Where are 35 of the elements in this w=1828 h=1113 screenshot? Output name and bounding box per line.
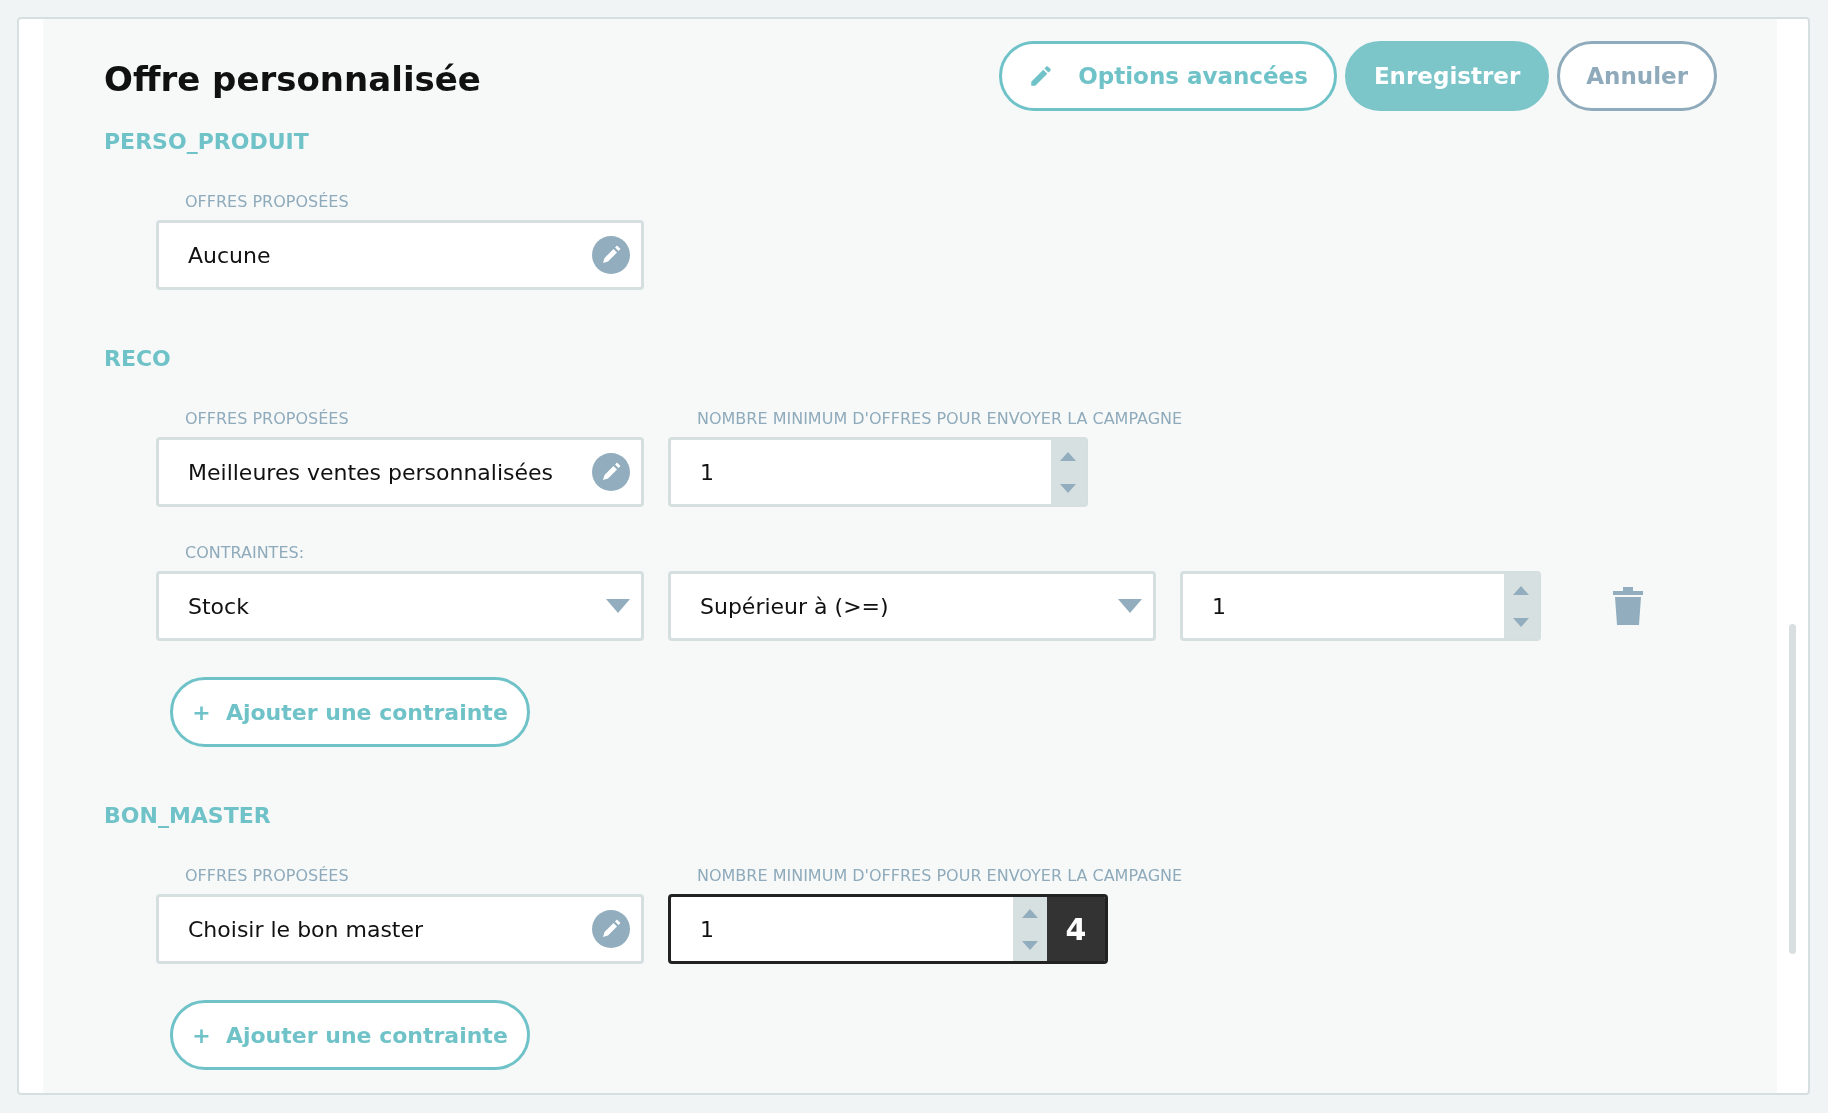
stepper[interactable] [1051, 440, 1085, 504]
field-label: OFFRES PROPOSÉES [185, 866, 350, 885]
field-label: NOMBRE MINIMUM D'OFFRES POUR ENVOYER LA CAMPAGNE [697, 866, 1183, 885]
section-heading: PERSO_PRODUIT [104, 129, 310, 154]
up-arrow-icon[interactable] [1060, 451, 1076, 461]
page-title: Offre personnalisée [104, 59, 481, 99]
scrollbar-thumb[interactable] [1789, 624, 1796, 954]
section-heading: BON_MASTER [104, 803, 272, 828]
number-field[interactable]: 1 [668, 437, 1088, 507]
step-badge: 4 [1047, 897, 1105, 961]
select-field[interactable]: Stock [156, 571, 644, 641]
number-field[interactable]: 1 4 [668, 894, 1108, 964]
select-field[interactable]: Supérieur à (>=) [668, 571, 1156, 641]
offers-field[interactable]: Aucune [156, 220, 644, 290]
trash-icon[interactable] [1613, 587, 1643, 625]
edit-icon[interactable] [592, 910, 630, 948]
offers-field[interactable]: Choisir le bon master [156, 894, 644, 964]
field-label: OFFRES PROPOSÉES [185, 409, 350, 428]
stepper[interactable] [1013, 897, 1047, 961]
number-field[interactable]: 1 [1180, 571, 1541, 641]
section-heading: RECO [104, 346, 172, 371]
down-arrow-icon[interactable] [1060, 483, 1076, 493]
down-arrow-icon[interactable] [1513, 617, 1529, 627]
offers-field[interactable]: Meilleures ventes personnalisées [156, 437, 644, 507]
caret-icon [606, 599, 630, 613]
field-label: CONTRAINTES: [185, 543, 305, 562]
field-label: OFFRES PROPOSÉES [185, 192, 350, 211]
stepper[interactable] [1504, 574, 1538, 638]
edit-icon[interactable] [592, 453, 630, 491]
down-arrow-icon[interactable] [1022, 940, 1038, 950]
edit-icon[interactable] [592, 236, 630, 274]
caret-icon [1118, 599, 1142, 613]
up-arrow-icon[interactable] [1513, 585, 1529, 595]
up-arrow-icon[interactable] [1022, 908, 1038, 918]
field-label: NOMBRE MINIMUM D'OFFRES POUR ENVOYER LA CAMPAGNE [697, 409, 1183, 428]
